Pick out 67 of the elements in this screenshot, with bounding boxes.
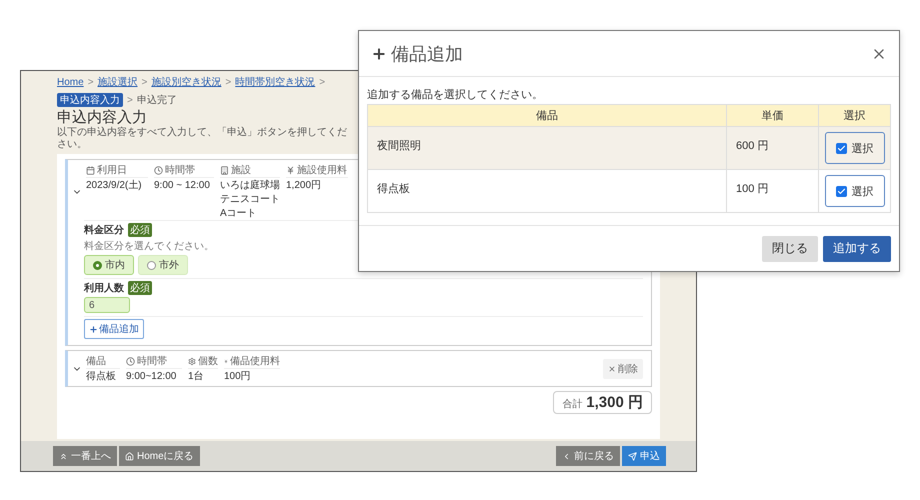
field-value: いろは庭球場 bbox=[220, 180, 280, 192]
breadcrumb-link[interactable]: 施設別空き状況 bbox=[151, 75, 222, 89]
plus-icon bbox=[89, 324, 98, 334]
field-label: 備品 bbox=[86, 354, 120, 369]
field-label: 利用日 bbox=[86, 163, 148, 178]
send-icon bbox=[628, 452, 637, 460]
field-label: 施設 bbox=[220, 163, 280, 178]
delete-button[interactable]: 削除 bbox=[603, 358, 643, 378]
field-value: Aコート bbox=[220, 208, 258, 220]
field-value: 2023/9/2(土) bbox=[86, 180, 143, 192]
double-chevron-up-icon bbox=[59, 452, 68, 460]
field-value: 9:00 ~ 12:00 bbox=[154, 180, 211, 192]
page-title: 申込内容入力 bbox=[57, 108, 147, 126]
check-icon bbox=[836, 186, 846, 196]
field-value: テニスコート bbox=[220, 194, 280, 206]
section-title: 利用人数 bbox=[84, 282, 124, 295]
breadcrumb-separator: > bbox=[225, 76, 232, 88]
add-equipment-button[interactable]: 備品追加 bbox=[84, 319, 144, 339]
footer-button[interactable]: 前に戻る bbox=[556, 446, 620, 466]
breadcrumb-separator: > bbox=[319, 76, 326, 88]
required-badge: 必須 bbox=[128, 281, 152, 295]
breadcrumb-link[interactable]: 時間帯別空き状況 bbox=[235, 75, 316, 89]
table-cell: 得点板 bbox=[368, 170, 726, 212]
close-dialog-button[interactable]: 閉じる bbox=[762, 236, 818, 262]
field-label: 備品使用料 bbox=[224, 354, 280, 369]
field-value: 9:00~12:00 bbox=[126, 371, 178, 383]
total-label: 合計 bbox=[562, 398, 582, 411]
headcount-input[interactable]: 6 bbox=[84, 297, 130, 313]
field-label: 施設使用料 bbox=[286, 163, 348, 178]
column-header: 単価 bbox=[726, 104, 818, 126]
select-checkbox[interactable]: 選択 bbox=[824, 132, 884, 164]
dialog-instruction: 追加する備品を選択してください。 bbox=[367, 88, 544, 102]
hint-text: 料金区分を選んでください。 bbox=[84, 240, 215, 253]
field-value: 得点板 bbox=[86, 371, 117, 383]
total-amount: 1,300 円 bbox=[586, 393, 643, 412]
plus-icon bbox=[371, 46, 387, 62]
footer-button[interactable]: Homeに戻る bbox=[119, 446, 200, 466]
select-checkbox[interactable]: 選択 bbox=[824, 175, 884, 207]
check-icon bbox=[836, 144, 846, 152]
footer-button[interactable]: 申込 bbox=[622, 446, 666, 466]
breadcrumb-item: 申込完了 bbox=[136, 94, 177, 107]
add-button[interactable]: 追加する bbox=[823, 236, 891, 262]
footer-button[interactable]: 一番上へ bbox=[53, 446, 117, 466]
breadcrumb-link[interactable]: Home bbox=[57, 76, 84, 88]
field-value: 1,200円 bbox=[286, 180, 322, 192]
field-value: 1台 bbox=[188, 371, 205, 383]
section-title: 料金区分 bbox=[84, 224, 124, 237]
radio-option[interactable]: 市外 bbox=[138, 255, 188, 275]
field-value: 100円 bbox=[224, 371, 252, 383]
field-label: 時間帯 bbox=[126, 354, 182, 369]
radio-option[interactable]: 市内 bbox=[84, 255, 134, 275]
chevron-left-icon bbox=[562, 452, 571, 460]
dialog-title: 備品追加 bbox=[371, 42, 463, 66]
required-badge: 必須 bbox=[128, 223, 152, 237]
breadcrumb-link[interactable]: 施設選択 bbox=[98, 75, 138, 89]
breadcrumb-separator: > bbox=[127, 94, 133, 106]
column-header: 備品 bbox=[368, 104, 726, 126]
field-label: 個数 bbox=[188, 354, 218, 369]
home-icon bbox=[125, 452, 134, 460]
breadcrumb-separator: > bbox=[142, 76, 148, 88]
breadcrumb-separator: > bbox=[88, 76, 94, 88]
column-header: 選択 bbox=[818, 104, 890, 126]
table-cell: 100 円 bbox=[726, 170, 818, 212]
page-description: 以下の申込内容をすべて入力して、「申込」ボタンを押してください。 bbox=[57, 127, 347, 151]
field-label: 時間帯 bbox=[154, 163, 214, 178]
breadcrumb-current: 申込内容入力 bbox=[57, 93, 123, 107]
close-icon bbox=[608, 364, 616, 372]
